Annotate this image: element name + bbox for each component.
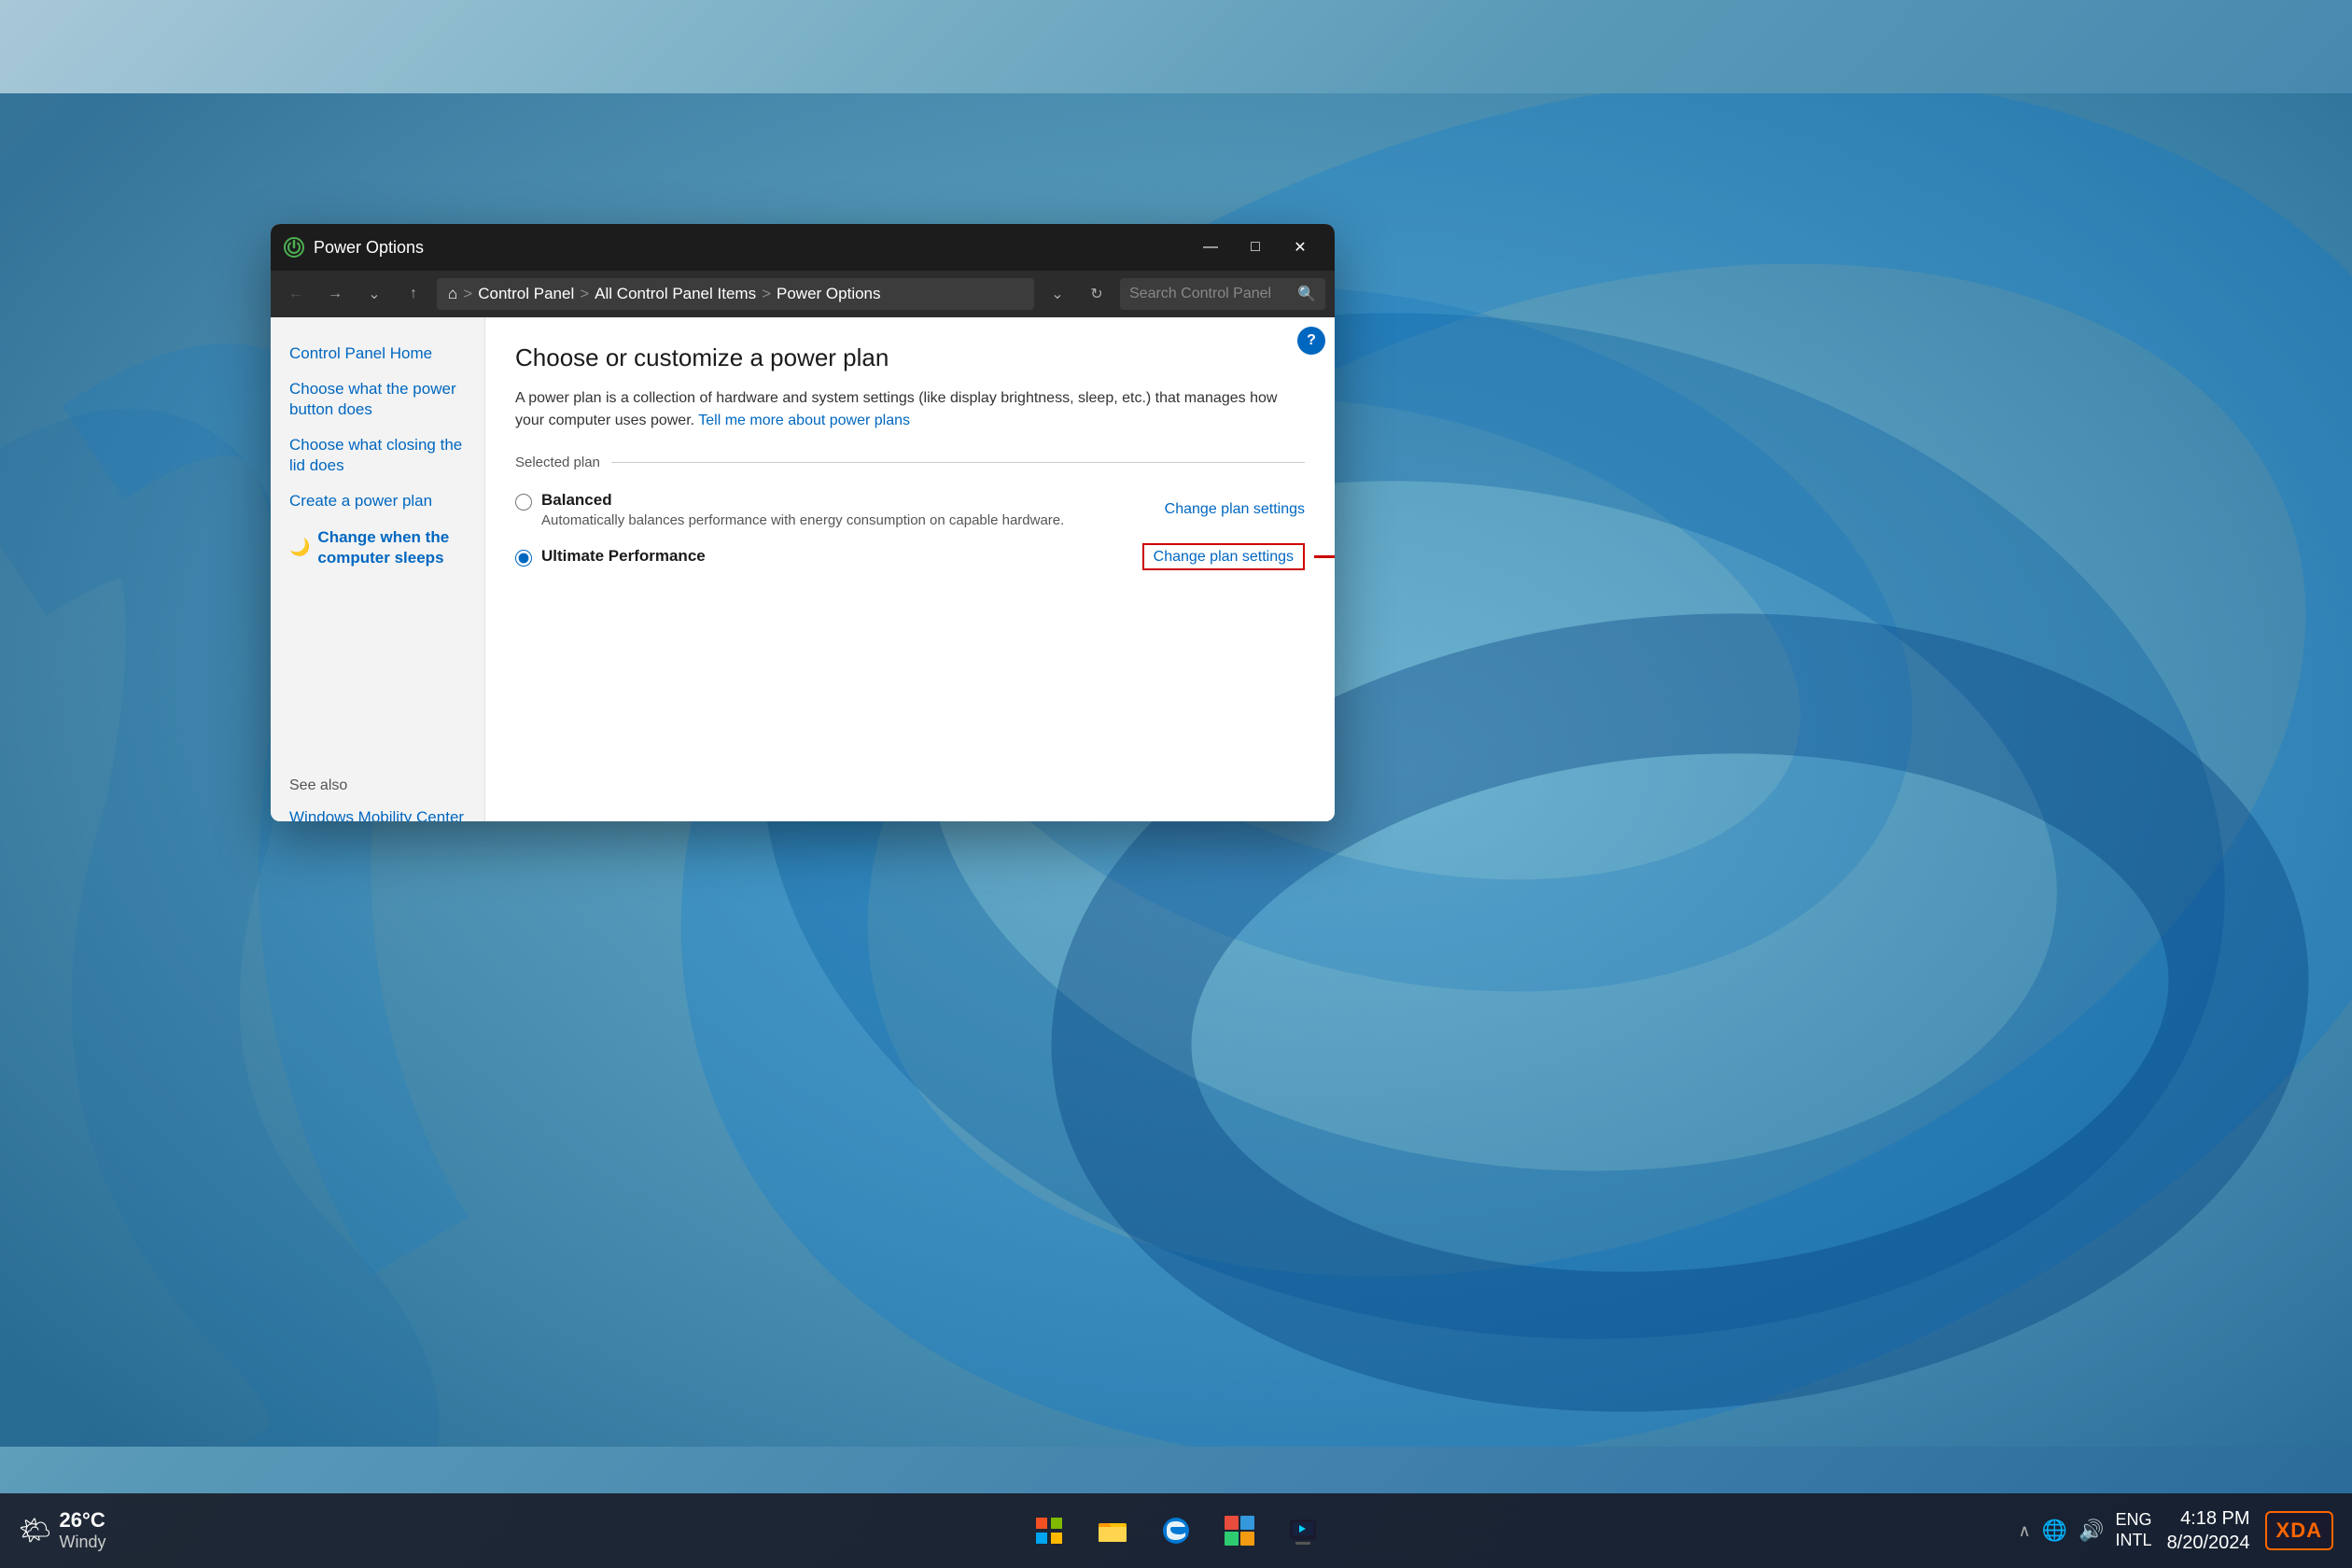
path-all-items[interactable]: All Control Panel Items <box>595 285 756 303</box>
sidebar-item-label: Choose what the power button does <box>289 379 466 420</box>
store-button[interactable] <box>1215 1506 1264 1555</box>
sidebar-item-mobility-center[interactable]: Windows Mobility Center <box>271 800 484 821</box>
page-description: A power plan is a collection of hardware… <box>515 387 1305 432</box>
weather-widget[interactable]: 🌤 26°C Windy <box>19 1508 106 1553</box>
back-button[interactable]: ← <box>280 278 312 310</box>
taskbar-center <box>1025 1506 1327 1555</box>
start-button[interactable] <box>1025 1506 1073 1555</box>
search-input[interactable] <box>1129 286 1290 302</box>
sidebar-item-control-panel-home[interactable]: Control Panel Home <box>271 336 484 371</box>
arrow-annotation <box>1314 550 1335 565</box>
weather-temp: 26°C <box>60 1508 106 1533</box>
dropdown-button[interactable]: ⌄ <box>358 278 390 310</box>
close-button[interactable]: ✕ <box>1279 231 1322 264</box>
balanced-plan-desc: Automatically balances performance with … <box>541 512 1064 528</box>
edge-browser-button[interactable] <box>1152 1506 1200 1555</box>
path-control-panel[interactable]: Control Panel <box>478 285 574 303</box>
clock[interactable]: 4:18 PM 8/20/2024 <box>2167 1506 2250 1555</box>
network-icon[interactable]: 🌐 <box>2042 1519 2067 1543</box>
minimize-button[interactable]: — <box>1189 231 1232 264</box>
search-box: 🔍 <box>1120 278 1325 310</box>
title-bar-left: Power Options <box>284 237 424 258</box>
taskbar-app5[interactable] <box>1279 1506 1327 1555</box>
title-bar-controls: — □ ✕ <box>1189 231 1322 264</box>
sidebar-item-label: Create a power plan <box>289 491 432 511</box>
lang-secondary: INTL <box>2116 1531 2152 1551</box>
taskbar-left: 🌤 26°C Windy <box>0 1508 106 1553</box>
search-icon: 🔍 <box>1297 285 1316 303</box>
plan-row-balanced: Balanced Automatically balances performa… <box>515 482 1305 538</box>
page-title: Choose or customize a power plan <box>515 343 1305 372</box>
weather-icon: 🌤 <box>19 1515 52 1546</box>
window-content: Control Panel Home Choose what the power… <box>271 317 1335 821</box>
balanced-radio[interactable] <box>515 494 532 511</box>
balanced-plan-name: Balanced <box>541 491 1064 510</box>
system-tray: ∧ 🌐 🔊 ENG INTL <box>2019 1510 2152 1550</box>
ultimate-radio[interactable] <box>515 550 532 567</box>
refresh-button[interactable]: ↻ <box>1081 278 1113 310</box>
window-title: Power Options <box>314 238 424 258</box>
forward-button[interactable]: → <box>319 278 351 310</box>
sidebar-item-power-button[interactable]: Choose what the power button does <box>271 371 484 427</box>
sidebar-item-label: Windows Mobility Center <box>289 807 464 821</box>
change-plan-settings-ultimate[interactable]: Change plan settings <box>1142 543 1305 570</box>
learn-more-link[interactable]: Tell me more about power plans <box>698 413 910 428</box>
path-current: Power Options <box>777 285 881 303</box>
sidebar-item-label: Control Panel Home <box>289 343 432 364</box>
maximize-button[interactable]: □ <box>1234 231 1277 264</box>
plan-row-ultimate: Ultimate Performance Change plan setting… <box>515 538 1305 576</box>
xda-logo: XDA <box>2265 1511 2333 1550</box>
lang-primary: ENG <box>2116 1510 2152 1531</box>
taskbar-right: ∧ 🌐 🔊 ENG INTL 4:18 PM 8/20/2024 XDA <box>2019 1506 2352 1555</box>
file-explorer-button[interactable] <box>1088 1506 1137 1555</box>
weather-desc: Windy <box>60 1533 106 1553</box>
sidebar-item-computer-sleeps[interactable]: 🌙 Change when the computer sleeps <box>271 520 484 576</box>
sidebar-item-closing-lid[interactable]: Choose what closing the lid does <box>271 427 484 483</box>
power-options-icon <box>284 237 304 258</box>
tray-chevron[interactable]: ∧ <box>2019 1521 2031 1541</box>
path-home-icon: ⌂ <box>448 285 457 303</box>
language-indicator[interactable]: ENG INTL <box>2116 1510 2152 1550</box>
sidebar-item-label: Choose what closing the lid does <box>289 435 466 476</box>
help-button[interactable]: ? <box>1297 327 1325 355</box>
clock-date: 8/20/2024 <box>2167 1531 2250 1555</box>
sidebar-item-create-plan[interactable]: Create a power plan <box>271 483 484 519</box>
clock-time: 4:18 PM <box>2180 1506 2249 1531</box>
address-path[interactable]: ⌂ > Control Panel > All Control Panel It… <box>437 278 1034 310</box>
sidebar: Control Panel Home Choose what the power… <box>271 317 485 821</box>
sidebar-item-label: Change when the computer sleeps <box>317 527 466 568</box>
ultimate-plan-name: Ultimate Performance <box>541 547 706 566</box>
dropdown-path-button[interactable]: ⌄ <box>1042 278 1073 310</box>
volume-icon[interactable]: 🔊 <box>2079 1519 2104 1543</box>
taskbar: 🌤 26°C Windy <box>0 1493 2352 1568</box>
see-also-label: See also <box>271 763 484 800</box>
up-button[interactable]: ↑ <box>398 278 429 310</box>
address-bar: ← → ⌄ ↑ ⌂ > Control Panel > All Control … <box>271 271 1335 317</box>
main-area: ? Choose or customize a power plan A pow… <box>485 317 1335 821</box>
section-header: Selected plan <box>515 455 1305 470</box>
arrow-line <box>1314 555 1335 558</box>
power-options-window: Power Options — □ ✕ ← → ⌄ ↑ ⌂ > Control … <box>271 224 1335 821</box>
title-bar: Power Options — □ ✕ <box>271 224 1335 271</box>
moon-icon: 🌙 <box>289 537 310 558</box>
change-plan-settings-balanced[interactable]: Change plan settings <box>1165 501 1305 518</box>
